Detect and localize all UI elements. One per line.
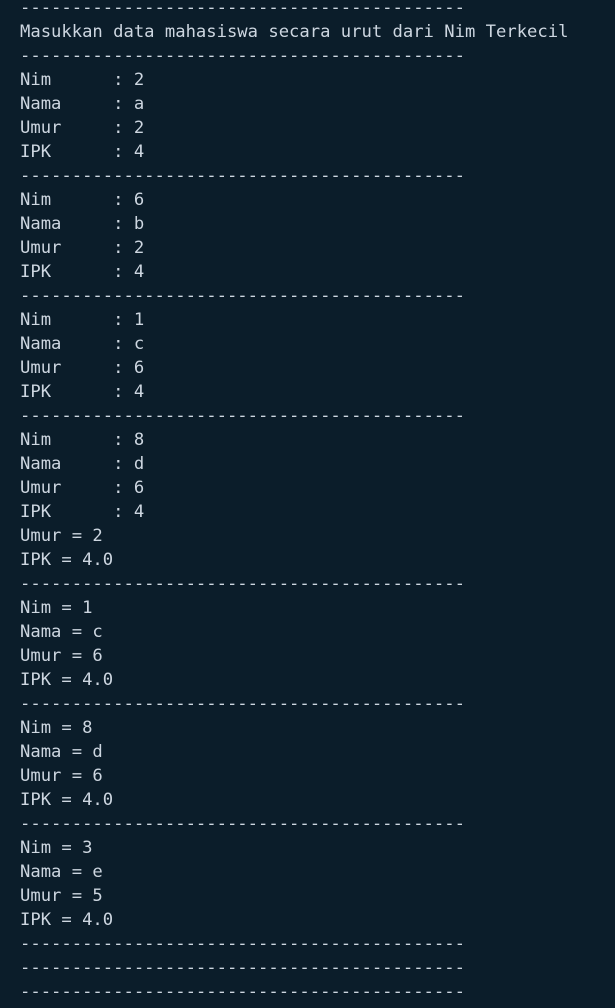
terminal-line: Umur = 6 bbox=[20, 766, 103, 786]
terminal-output: ----------------------------------------… bbox=[0, 0, 615, 1008]
terminal-line: Nama : c bbox=[20, 334, 145, 354]
separator-line: ----------------------------------------… bbox=[20, 574, 465, 594]
terminal-line: Umur : 2 bbox=[20, 238, 145, 258]
terminal-line: Nim = 1 bbox=[20, 598, 93, 618]
separator-line: ----------------------------------------… bbox=[20, 982, 465, 1002]
terminal-line: Nim : 2 bbox=[20, 70, 145, 90]
terminal-line: Umur = 5 bbox=[20, 886, 103, 906]
terminal-line: Nama = e bbox=[20, 862, 103, 882]
terminal-line: Nama = d bbox=[20, 742, 103, 762]
terminal-line: IPK = 4.0 bbox=[20, 790, 114, 810]
separator-line: ----------------------------------------… bbox=[20, 694, 465, 714]
terminal-line: Nama : d bbox=[20, 454, 145, 474]
terminal-line: Nama = c bbox=[20, 622, 103, 642]
terminal-line: Nim : 8 bbox=[20, 430, 145, 450]
terminal-line: Nim : 6 bbox=[20, 190, 145, 210]
terminal-line: IPK : 4 bbox=[20, 382, 145, 402]
terminal-line: Nim : 1 bbox=[20, 310, 145, 330]
separator-line: ----------------------------------------… bbox=[20, 406, 465, 426]
separator-line: ----------------------------------------… bbox=[20, 0, 465, 18]
terminal-line: Nim = 8 bbox=[20, 718, 93, 738]
terminal-line: IPK = 4.0 bbox=[20, 670, 114, 690]
terminal-line: Umur = 2 bbox=[20, 526, 103, 546]
separator-line: ----------------------------------------… bbox=[20, 166, 465, 186]
separator-line: ----------------------------------------… bbox=[20, 46, 465, 66]
separator-line: ----------------------------------------… bbox=[20, 814, 465, 834]
prompt-line: Masukkan data mahasiswa secara urut dari… bbox=[20, 22, 569, 42]
terminal-line: IPK : 4 bbox=[20, 262, 145, 282]
terminal-line: Nama : b bbox=[20, 214, 145, 234]
terminal-lines: ----------------------------------------… bbox=[20, 0, 568, 1004]
terminal-line: IPK = 4.0 bbox=[20, 910, 114, 930]
terminal-line: Umur : 6 bbox=[20, 478, 145, 498]
terminal-line: Umur : 2 bbox=[20, 118, 145, 138]
terminal-line: IPK : 4 bbox=[20, 502, 145, 522]
terminal-line: Nim = 3 bbox=[20, 838, 93, 858]
terminal-line: IPK : 4 bbox=[20, 142, 145, 162]
separator-line: ----------------------------------------… bbox=[20, 286, 465, 306]
terminal-line: IPK = 4.0 bbox=[20, 550, 114, 570]
terminal-line: Nama : a bbox=[20, 94, 145, 114]
terminal-line: Umur = 6 bbox=[20, 646, 103, 666]
separator-line: ----------------------------------------… bbox=[20, 958, 465, 978]
separator-line: ----------------------------------------… bbox=[20, 934, 465, 954]
terminal-line: Umur : 6 bbox=[20, 358, 145, 378]
